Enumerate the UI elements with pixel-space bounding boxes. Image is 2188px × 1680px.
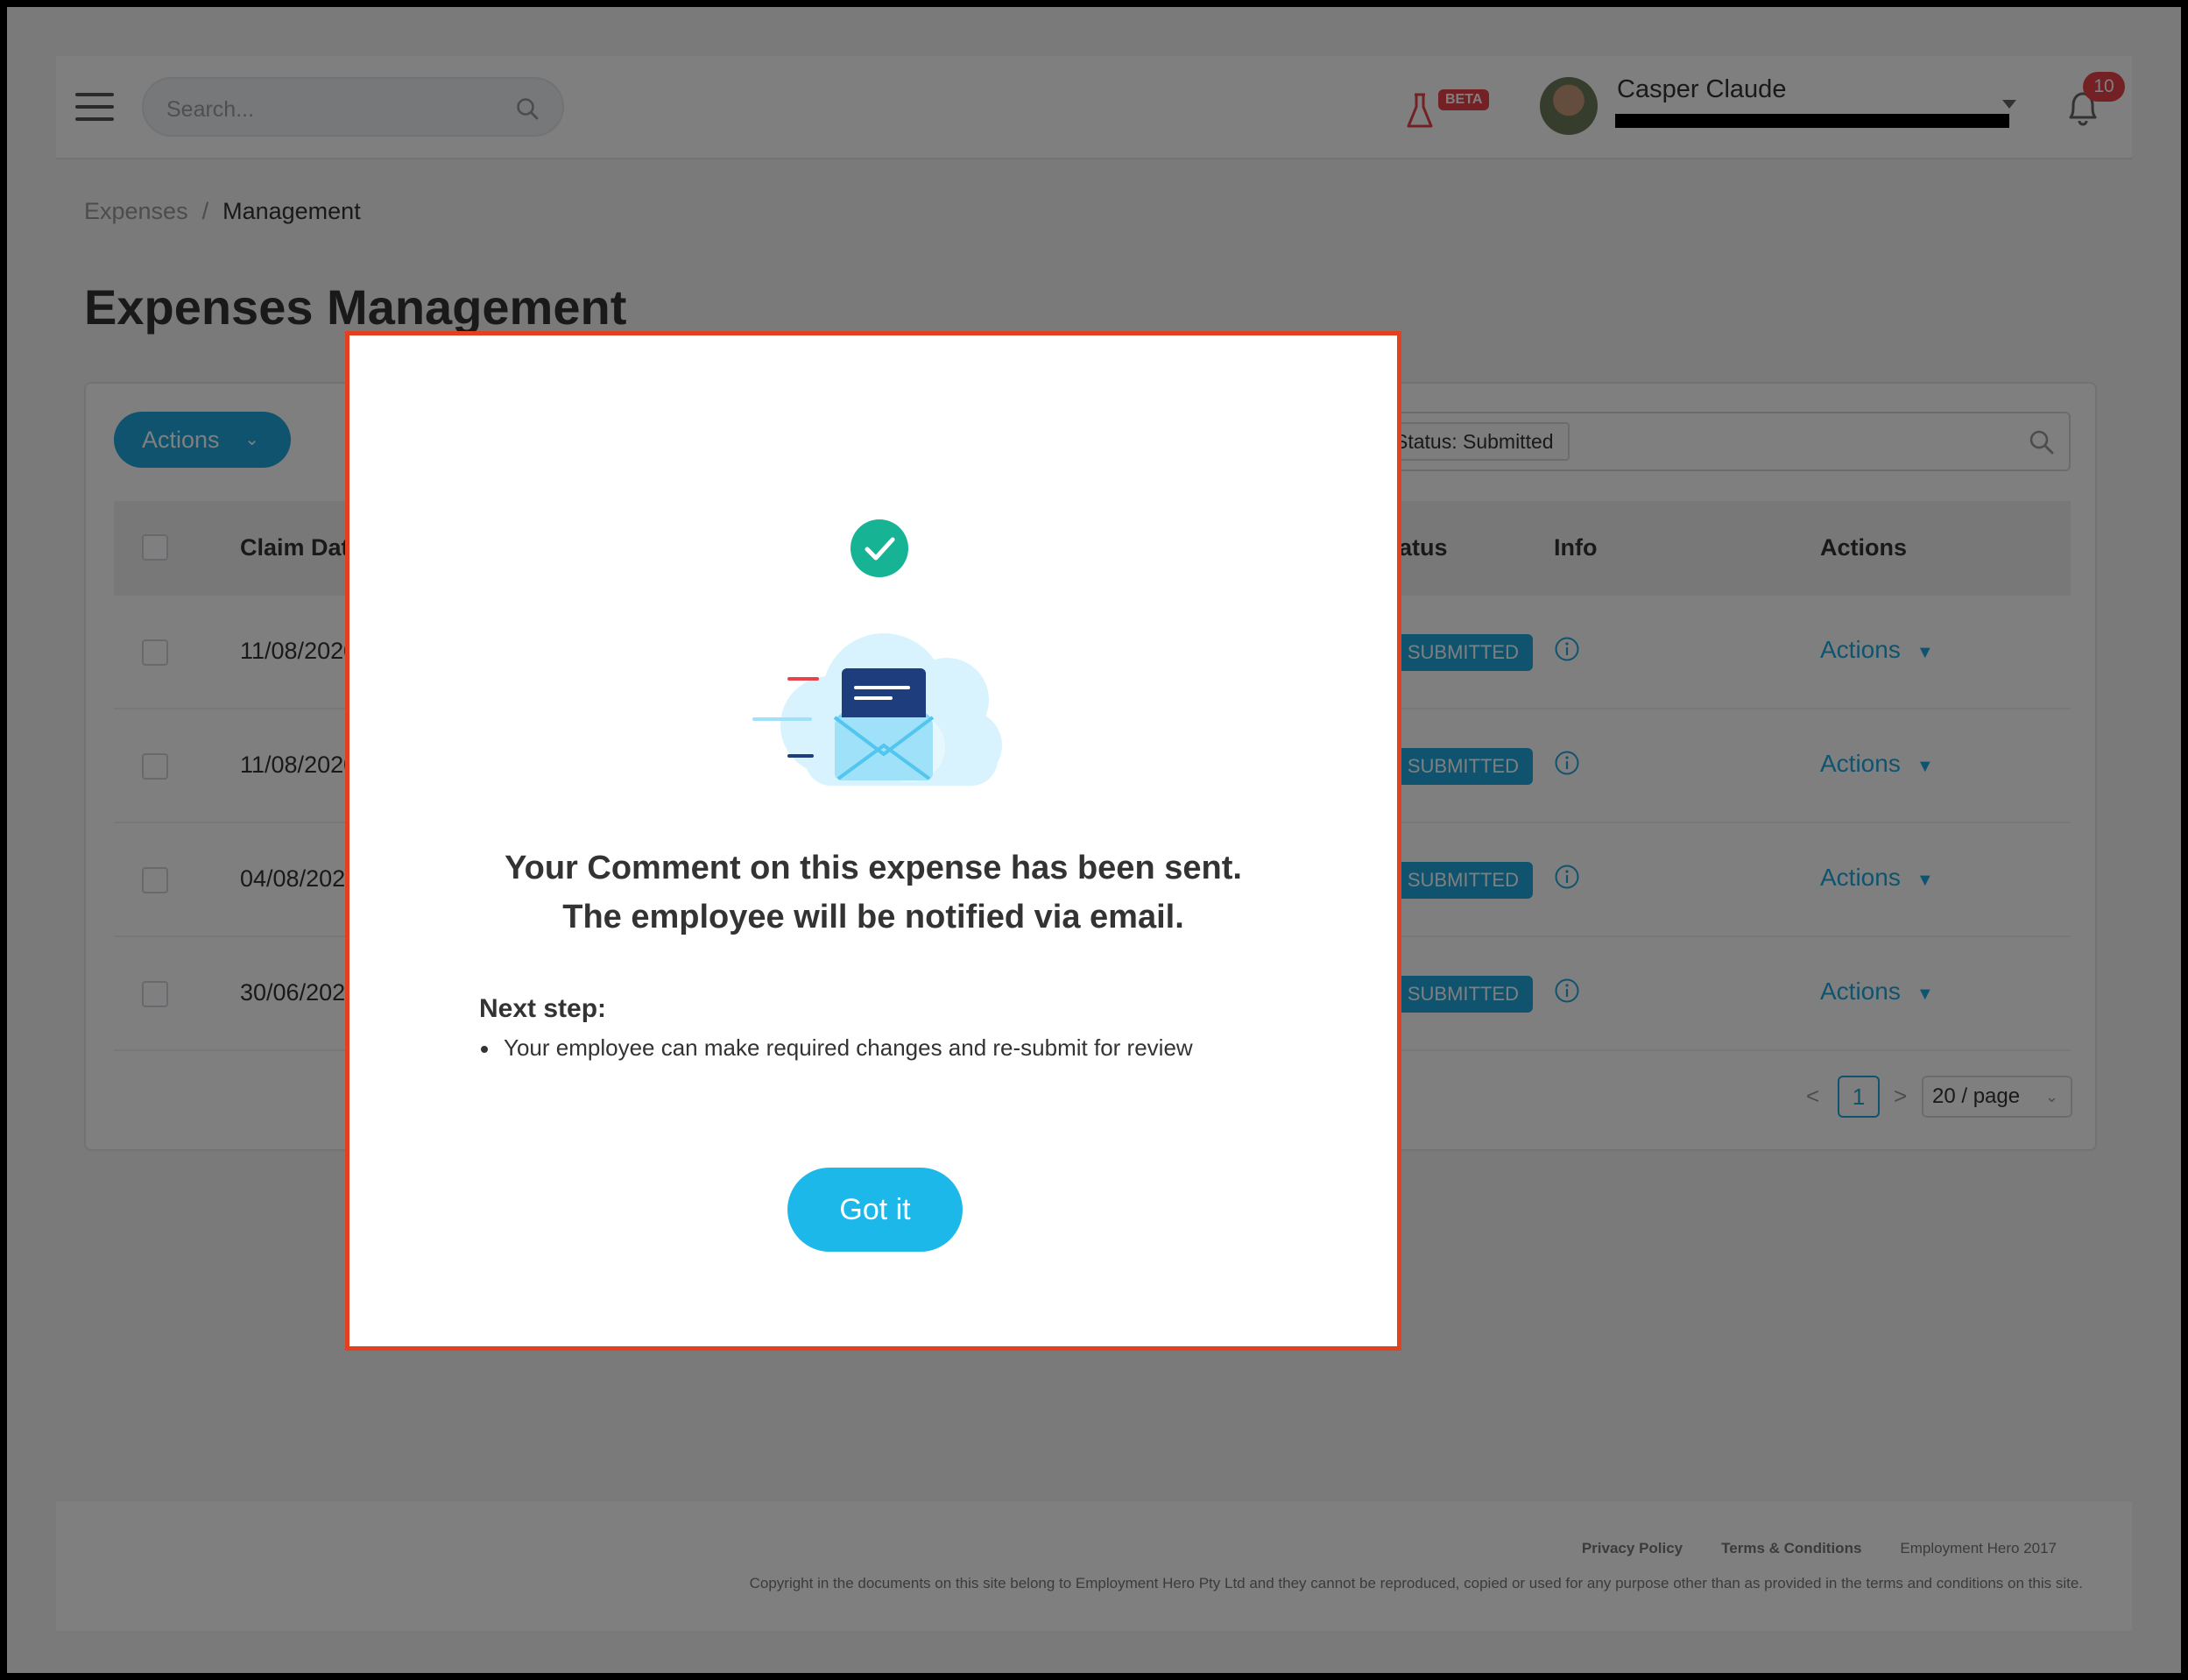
modal-message-line1: Your Comment on this expense has been se… bbox=[505, 850, 1242, 886]
next-step-item: Your employee can make required changes … bbox=[481, 1034, 1193, 1061]
modal-message: Your Comment on this expense has been se… bbox=[349, 844, 1397, 942]
success-check-icon bbox=[850, 519, 908, 577]
next-step-title: Next step: bbox=[479, 994, 607, 1023]
email-sent-illustration bbox=[752, 633, 1002, 786]
app-window: Search... BETA Casper Claude jamesnilton… bbox=[7, 7, 2181, 1673]
got-it-button[interactable]: Got it bbox=[787, 1168, 963, 1252]
comment-sent-modal: Your Comment on this expense has been se… bbox=[345, 331, 1401, 1351]
modal-message-line2: The employee will be notified via email. bbox=[562, 899, 1184, 935]
